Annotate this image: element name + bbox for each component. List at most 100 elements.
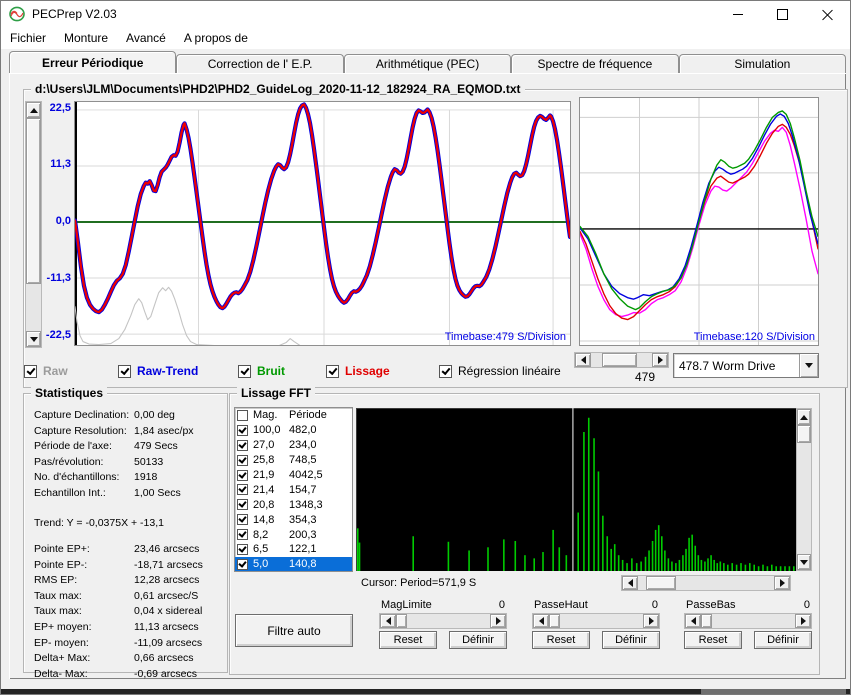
chevron-down-icon[interactable] — [799, 354, 818, 377]
fft-component-row[interactable]: 8,2 200,3 — [235, 527, 352, 542]
fft-header-checkbox[interactable] — [237, 409, 248, 421]
main-pe-chart[interactable]: Timebase:479 S/Division — [74, 101, 571, 346]
fft-component-row[interactable]: 27,0 234,0 — [235, 438, 352, 453]
fft-cursor-readout: Cursor: Period=571,9 S — [361, 577, 477, 589]
legend-label: Lissage — [345, 364, 390, 378]
worm-period-value: 479 — [634, 370, 656, 384]
y-tick-label: 0,0 — [55, 215, 71, 227]
fft-row-checkbox[interactable] — [237, 529, 248, 541]
legend-checkbox[interactable] — [118, 364, 131, 378]
tab-correction-de-l-e-p-[interactable]: Correction de l' E.P. — [176, 54, 344, 73]
menu-avancé[interactable]: Avancé — [117, 28, 175, 48]
scroll-up-icon[interactable] — [26, 102, 41, 118]
legend-checkbox[interactable] — [439, 364, 452, 378]
stats-row: Echantillon Int.: 1,00 Secs — [34, 486, 181, 499]
fft-row-checkbox[interactable] — [237, 439, 248, 451]
legend-raw: Raw — [24, 364, 68, 378]
fft-row-checkbox[interactable] — [237, 424, 248, 436]
scroll-down-icon[interactable] — [797, 554, 811, 570]
scroll-right-icon[interactable] — [643, 614, 659, 628]
vscroll-thumb[interactable] — [26, 118, 41, 285]
stats-row: Capture Resolution: 1,84 asec/px — [34, 424, 194, 437]
auto-filter-button[interactable]: Filtre auto — [235, 614, 353, 647]
minimize-button[interactable] — [715, 1, 760, 27]
menu-bar: Fichier Monture Avancé A propos de — [1, 27, 850, 50]
worm-cycle-chart[interactable]: Timebase:120 S/Division — [579, 97, 819, 346]
filter-scroll-thumb[interactable] — [549, 614, 560, 628]
main-chart-vscrollbar[interactable] — [25, 101, 42, 348]
fft-component-row[interactable]: 6,5 122,1 — [235, 542, 352, 557]
tab-arithm-tique-pec-[interactable]: Arithmétique (PEC) — [343, 54, 512, 73]
fft-component-row[interactable]: 25,8 748,5 — [235, 453, 352, 468]
fft-component-row[interactable]: 21,9 4042,5 — [235, 468, 352, 483]
scroll-right-icon[interactable] — [795, 614, 811, 628]
tab-erreur-p-riodique[interactable]: Erreur Périodique — [9, 51, 177, 73]
app-icon — [9, 6, 25, 22]
define-button-passehaut[interactable]: Définir — [602, 631, 660, 649]
stats-groupbox: Statistiques Capture Declination: 0,00 de… — [23, 386, 228, 680]
legend-checkbox[interactable] — [238, 364, 251, 378]
fft-component-list[interactable]: Mag. Période 100,0 482,0 27,0 234,0 25,8 748,5 2… — [234, 407, 353, 572]
legend-checkbox[interactable] — [24, 364, 37, 378]
filter-scrollbar-passehaut[interactable] — [532, 613, 660, 629]
fft-row-checkbox[interactable] — [237, 543, 248, 555]
fft-row-checkbox[interactable] — [237, 469, 248, 481]
reset-button-passebas[interactable]: Reset — [684, 631, 742, 649]
reset-button-passehaut[interactable]: Reset — [532, 631, 590, 649]
menu-monture[interactable]: Monture — [55, 28, 117, 48]
filter-scroll-thumb[interactable] — [396, 614, 407, 628]
scroll-right-icon[interactable] — [652, 353, 668, 367]
stats-row: Delta+ Max: 0,66 arcsecs — [34, 652, 194, 665]
tab-simulation[interactable]: Simulation — [678, 54, 847, 73]
legend-lissage: Lissage — [326, 364, 390, 378]
legend-checkbox[interactable] — [326, 364, 339, 378]
define-button-maglimite[interactable]: Définir — [449, 631, 507, 649]
legend-bruit: Bruit — [238, 364, 285, 378]
fft-row-checkbox[interactable] — [237, 454, 248, 466]
fft-vscrollbar[interactable] — [796, 408, 812, 571]
scroll-left-icon[interactable] — [685, 614, 701, 628]
scroll-right-icon[interactable] — [490, 614, 506, 628]
fft-hscroll-thumb[interactable] — [646, 576, 677, 590]
hscroll-thumb[interactable] — [601, 353, 638, 367]
scroll-up-icon[interactable] — [797, 409, 811, 425]
fft-component-row[interactable]: 100,0 482,0 — [235, 423, 352, 438]
fft-spectrum-display[interactable] — [356, 408, 796, 571]
fft-component-row[interactable]: 5,0 140,8 — [235, 556, 352, 571]
scroll-down-icon[interactable] — [26, 331, 41, 347]
scroll-left-icon[interactable] — [622, 576, 638, 590]
close-button[interactable] — [805, 1, 850, 27]
menu-fichier[interactable]: Fichier — [1, 28, 55, 48]
scroll-left-icon[interactable] — [533, 614, 549, 628]
worm-period-scrollbar[interactable] — [574, 352, 669, 368]
fft-hscrollbar[interactable] — [621, 575, 791, 591]
scroll-left-icon[interactable] — [380, 614, 396, 628]
stats-row: Taux max: 0,61 arcsec/S — [34, 589, 199, 602]
fft-component-row[interactable]: 21,4 154,7 — [235, 482, 352, 497]
stats-row: Taux max: 0,04 x sidereal — [34, 605, 203, 618]
stats-row: Pointe EP+: 23,46 arcsecs — [34, 543, 200, 555]
maximize-button[interactable] — [760, 1, 805, 27]
fft-component-row[interactable]: 20,8 1348,3 — [235, 497, 352, 512]
filter-value-passebas: 0 — [803, 599, 810, 611]
scroll-right-icon[interactable] — [774, 576, 790, 590]
legend-label: Raw-Trend — [137, 364, 199, 378]
fft-row-checkbox[interactable] — [237, 558, 248, 570]
fft-component-row[interactable]: 14,8 354,3 — [235, 512, 352, 527]
menu-a-propos-de[interactable]: A propos de — [175, 28, 257, 48]
minimize-icon — [732, 13, 743, 15]
filter-scrollbar-maglimite[interactable] — [379, 613, 507, 629]
filter-value-passehaut: 0 — [651, 599, 658, 611]
define-button-passebas[interactable]: Définir — [754, 631, 812, 649]
filter-scrollbar-passebas[interactable] — [684, 613, 812, 629]
fft-vscroll-thumb[interactable] — [797, 425, 811, 444]
fft-row-checkbox[interactable] — [237, 514, 248, 526]
worm-drive-select[interactable]: 478.7 Worm Drive — [673, 353, 819, 378]
close-icon — [822, 9, 833, 20]
filter-scroll-thumb[interactable] — [701, 614, 712, 628]
fft-row-checkbox[interactable] — [237, 484, 248, 496]
tab-spectre-de-fr-quence[interactable]: Spectre de fréquence — [511, 54, 679, 73]
scroll-left-icon[interactable] — [575, 353, 591, 367]
fft-row-checkbox[interactable] — [237, 499, 248, 511]
reset-button-maglimite[interactable]: Reset — [379, 631, 437, 649]
